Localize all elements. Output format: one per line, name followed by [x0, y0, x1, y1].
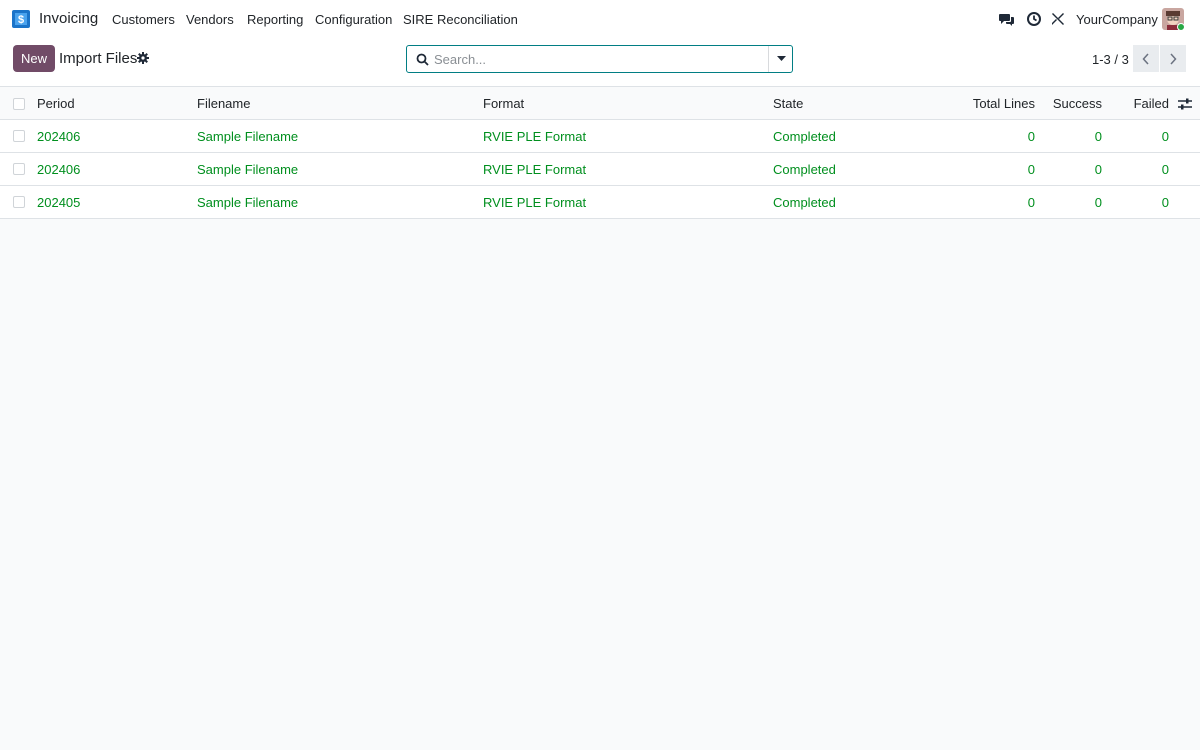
cell-total-lines: 0	[1027, 128, 1035, 144]
cell-failed: 0	[1161, 194, 1169, 210]
row-checkbox[interactable]	[13, 130, 25, 142]
cell-success: 0	[1094, 128, 1102, 144]
cell-failed: 0	[1161, 161, 1169, 177]
column-header-state[interactable]: State	[773, 87, 803, 119]
menu-configuration[interactable]: Configuration	[315, 12, 392, 27]
pager-next-button[interactable]	[1160, 45, 1186, 72]
row-checkbox[interactable]	[13, 163, 25, 175]
column-header-period[interactable]: Period	[37, 87, 75, 119]
sliders-icon[interactable]	[1178, 97, 1192, 111]
cell-format: RVIE PLE Format	[483, 194, 587, 210]
online-status-dot	[1177, 23, 1185, 31]
cell-total-lines: 0	[1027, 161, 1035, 177]
cell-format: RVIE PLE Format	[483, 128, 587, 144]
column-header-format[interactable]: Format	[483, 87, 524, 119]
table-row[interactable]: 202406 Sample Filename RVIE PLE Format C…	[0, 120, 1200, 153]
menu-vendors[interactable]: Vendors	[186, 12, 234, 27]
pager-previous-button[interactable]	[1133, 45, 1159, 72]
search-options-toggle[interactable]	[768, 46, 793, 72]
cell-filename: Sample Filename	[197, 194, 299, 210]
search-input[interactable]	[434, 47, 764, 71]
select-all-checkbox[interactable]	[13, 98, 25, 110]
cell-filename: Sample Filename	[197, 128, 299, 144]
search-icon	[416, 53, 429, 66]
cell-format: RVIE PLE Format	[483, 161, 587, 177]
table-row[interactable]: 202406 Sample Filename RVIE PLE Format C…	[0, 153, 1200, 186]
row-checkbox[interactable]	[13, 196, 25, 208]
control-panel: New Import Files 1-3 / 3	[0, 38, 1200, 86]
company-switcher[interactable]: YourCompany	[1076, 12, 1158, 27]
cell-period: 202405	[37, 194, 81, 210]
pager-value[interactable]: 1-3 / 3	[1092, 52, 1129, 67]
column-header-total-lines[interactable]: Total Lines	[960, 87, 1035, 119]
page-title: Import Files	[59, 50, 138, 67]
cell-state: Completed	[773, 161, 836, 177]
cell-success: 0	[1094, 161, 1102, 177]
chevron-left-icon	[1142, 52, 1149, 65]
cell-state: Completed	[773, 194, 836, 210]
cell-state: Completed	[773, 128, 836, 144]
cell-total-lines: 0	[1027, 194, 1035, 210]
menu-sire-reconciliation[interactable]: SIRE Reconciliation	[403, 12, 518, 27]
menu-customers[interactable]: Customers	[112, 12, 175, 27]
gear-icon[interactable]	[137, 52, 149, 64]
table-header: Period Filename Format State Total Lines…	[0, 86, 1200, 120]
column-header-filename[interactable]: Filename	[197, 87, 250, 119]
cell-period: 202406	[37, 128, 81, 144]
caret-down-icon	[776, 56, 786, 61]
app-name[interactable]: Invoicing	[39, 10, 98, 27]
search-box	[406, 45, 793, 73]
column-header-failed[interactable]: Failed	[1110, 87, 1169, 119]
column-header-success[interactable]: Success	[1040, 87, 1102, 119]
tools-icon[interactable]	[1050, 11, 1066, 27]
chat-bubbles-icon[interactable]	[999, 11, 1015, 27]
import-files-table: Period Filename Format State Total Lines…	[0, 86, 1200, 219]
new-button[interactable]: New	[13, 45, 55, 72]
table-row[interactable]: 202405 Sample Filename RVIE PLE Format C…	[0, 186, 1200, 219]
invoice-dollar-icon[interactable]: $	[12, 10, 30, 28]
svg-text:$: $	[18, 14, 24, 26]
cell-filename: Sample Filename	[197, 161, 299, 177]
cell-failed: 0	[1161, 128, 1169, 144]
cell-success: 0	[1094, 194, 1102, 210]
cell-period: 202406	[37, 161, 81, 177]
clock-icon[interactable]	[1026, 11, 1042, 27]
chevron-right-icon	[1170, 52, 1177, 65]
top-navbar: $ Invoicing Customers Vendors Reporting …	[0, 0, 1200, 38]
menu-reporting[interactable]: Reporting	[247, 12, 303, 27]
